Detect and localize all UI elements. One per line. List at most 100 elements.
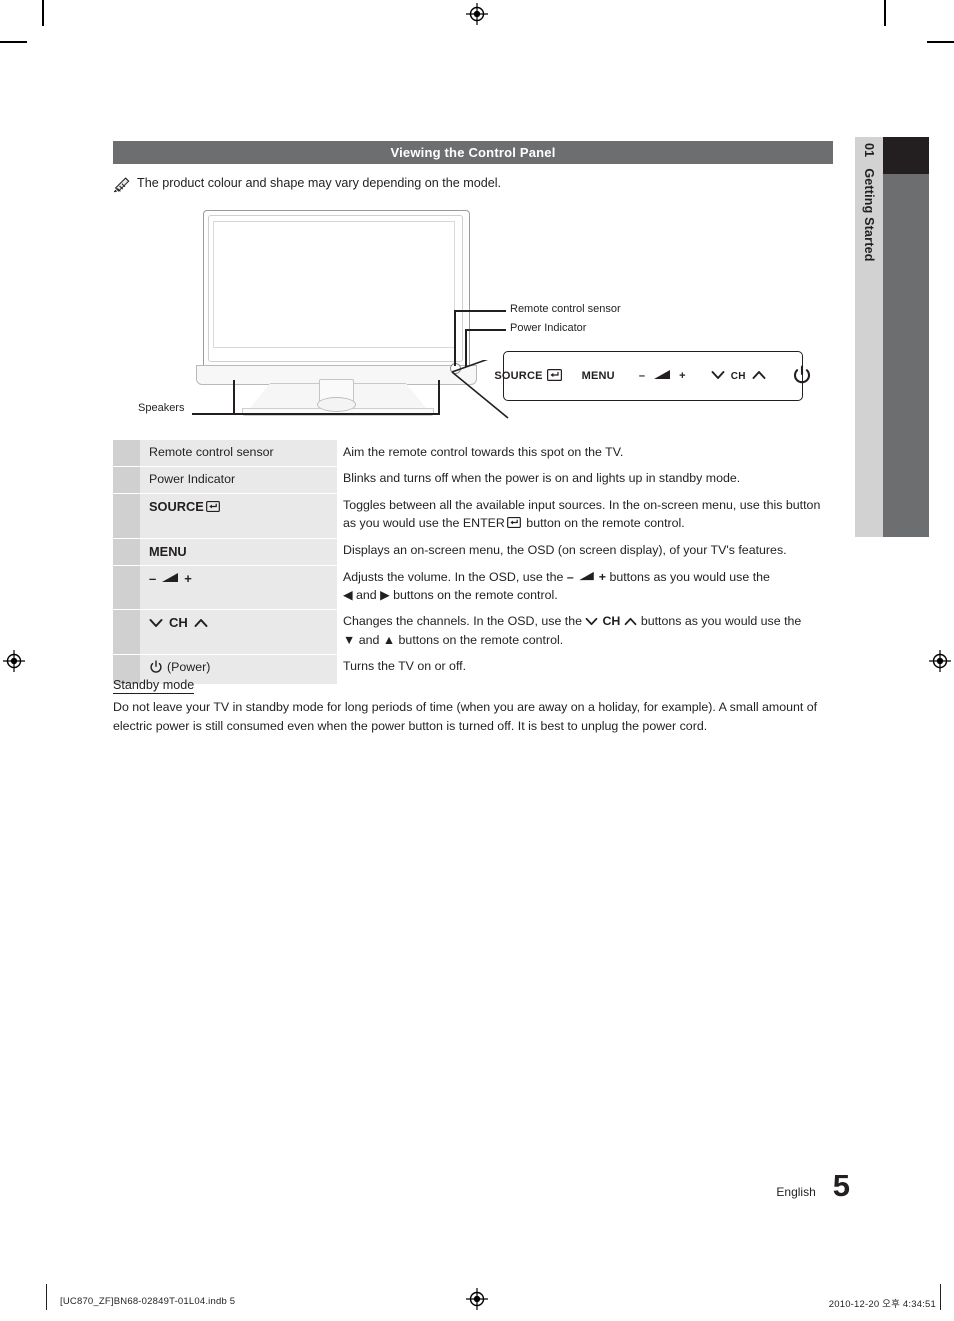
volume-minus-label: – xyxy=(149,571,157,587)
page-footer: English 5 xyxy=(700,1170,850,1201)
row-name-volume: – + xyxy=(140,565,337,610)
control-panel-callout-box: SOURCE MENU – + CH xyxy=(494,351,810,401)
row-desc-volume-pre: Adjusts the volume. In the OSD, use the xyxy=(343,570,567,585)
channel-label-inline: CH xyxy=(602,614,621,629)
arrow-left-icon: ◀ xyxy=(343,588,353,603)
chapter-tab-marker-rest xyxy=(883,174,929,537)
control-panel-menu[interactable]: MENU xyxy=(582,370,615,382)
leader-remote-sensor-horizontal xyxy=(454,310,506,312)
row-desc-channel: Changes the channels. In the OSD, use th… xyxy=(337,609,833,654)
control-panel-volume[interactable]: – + xyxy=(639,369,686,383)
row-marker xyxy=(113,465,140,493)
row-desc-channel-mid: buttons as you would use the xyxy=(637,614,802,629)
arrow-right-icon: ▶ xyxy=(380,588,390,603)
row-name-channel: CH xyxy=(140,609,337,655)
chapter-side-tab: 01 Getting Started xyxy=(855,137,929,537)
crop-mark-top-left-horizontal xyxy=(0,41,27,43)
registration-mark-left xyxy=(3,650,25,672)
enter-boxed-icon xyxy=(205,499,220,518)
row-desc-remote-control-sensor: Aim the remote control towards this spot… xyxy=(343,445,624,459)
menu-label: MENU xyxy=(581,370,615,382)
registration-mark-right xyxy=(929,650,951,672)
crop-mark-top-right-vertical xyxy=(884,0,886,26)
power-icon xyxy=(792,364,812,388)
table-row: Power Indicator Blinks and turns off whe… xyxy=(113,465,833,493)
volume-plus-label: + xyxy=(598,570,606,585)
chapter-number: 01 xyxy=(862,143,876,158)
chapter-label: Getting Started xyxy=(862,168,876,262)
print-footer-timestamp: 2010-12-20 오후 4:34:51 xyxy=(828,1299,936,1310)
source-label: SOURCE xyxy=(494,370,543,382)
row-desc-source-post: button on the remote control. xyxy=(522,515,685,530)
table-row: MENU Displays an on-screen menu, the OSD… xyxy=(113,537,833,566)
volume-wedge-icon xyxy=(653,369,671,383)
table-row: SOURCE Toggles between all the available… xyxy=(113,492,833,538)
print-footer-filename: [UC870_ZF]BN68-02849T-01L04.indb 5 xyxy=(60,1296,236,1307)
tv-stand-neck-base xyxy=(317,397,356,412)
arrow-down-icon: ▼ xyxy=(343,633,356,648)
pencil-note-icon xyxy=(113,177,132,193)
row-marker xyxy=(113,537,140,566)
crop-mark-top-right-horizontal xyxy=(927,41,954,43)
chapter-tab-marker-active xyxy=(883,137,929,174)
print-footer-rule-right xyxy=(940,1284,941,1310)
row-desc-volume-end: buttons on the remote control. xyxy=(389,588,558,603)
standby-mode-body: Do not leave your TV in standby mode for… xyxy=(113,700,818,733)
control-panel-source[interactable]: SOURCE xyxy=(494,368,562,384)
page-number: 5 xyxy=(832,1168,850,1203)
volume-plus-label: + xyxy=(184,571,192,587)
channel-label: CH xyxy=(730,370,746,382)
row-name-source-text: SOURCE xyxy=(149,498,204,514)
speaker-leader-horizontal xyxy=(192,413,440,415)
row-marker xyxy=(113,492,140,538)
enter-boxed-icon xyxy=(506,516,521,534)
chevron-up-icon xyxy=(752,370,766,383)
row-desc-volume: Adjusts the volume. In the OSD, use the … xyxy=(337,565,833,609)
table-row: Remote control sensor Aim the remote con… xyxy=(113,440,833,466)
chevron-up-icon xyxy=(194,615,208,634)
control-panel-channel[interactable]: CH xyxy=(711,370,766,383)
chapter-tab-light-strip: 01 Getting Started xyxy=(855,137,883,537)
volume-plus-label: + xyxy=(679,370,686,382)
row-name-power-indicator: Power Indicator xyxy=(140,465,337,493)
section-title: Viewing the Control Panel xyxy=(390,145,556,160)
speaker-leader-vertical-left xyxy=(233,380,235,415)
arrow-up-icon: ▲ xyxy=(382,633,396,648)
row-name-remote-control-sensor: Remote control sensor xyxy=(140,440,337,466)
note-text: The product colour and shape may vary de… xyxy=(137,176,502,190)
row-marker xyxy=(113,609,140,655)
registration-mark-bottom xyxy=(466,1288,488,1310)
volume-wedge-icon xyxy=(161,570,179,589)
note-row: The product colour and shape may vary de… xyxy=(113,176,833,193)
row-desc-channel-post: and xyxy=(355,633,383,648)
row-name-channel-text: CH xyxy=(169,615,188,631)
speaker-leader-vertical-right xyxy=(438,380,440,415)
leader-remote-sensor-vertical xyxy=(454,310,456,366)
print-footer-rule-left xyxy=(46,1284,47,1310)
enter-boxed-icon xyxy=(546,368,562,384)
row-desc-volume-post: and xyxy=(352,588,381,603)
row-desc-volume-mid: buttons as you would use the xyxy=(606,570,770,585)
row-desc-source: Toggles between all the available input … xyxy=(337,493,833,538)
volume-minus-label: – xyxy=(566,570,574,585)
page-language: English xyxy=(776,1185,816,1199)
chevron-down-icon xyxy=(585,614,598,632)
table-row: CH Changes the channels. In the OSD, use… xyxy=(113,609,833,655)
standby-mode-heading: Standby mode xyxy=(113,678,195,694)
crop-mark-top-left-vertical xyxy=(42,0,44,26)
table-row: – + Adjusts the volume. In the OSD, use … xyxy=(113,565,833,610)
volume-minus-label: – xyxy=(638,370,646,382)
chapter-tab-text: 01 Getting Started xyxy=(855,137,883,537)
registration-mark-top xyxy=(466,3,488,25)
section-header-bar: Viewing the Control Panel xyxy=(113,141,833,164)
control-panel-spec-table: Remote control sensor Aim the remote con… xyxy=(113,440,833,685)
row-name-menu: MENU xyxy=(140,537,337,566)
chevron-down-icon xyxy=(711,370,725,383)
standby-mode-section: Standby mode Do not leave your TV in sta… xyxy=(113,676,837,735)
callout-label-power-indicator: Power Indicator xyxy=(510,322,587,334)
row-desc-menu: Displays an on-screen menu, the OSD (on … xyxy=(343,542,787,557)
row-name-source: SOURCE xyxy=(140,492,337,538)
control-panel-power[interactable] xyxy=(792,364,812,388)
volume-wedge-icon xyxy=(578,569,595,587)
tv-screen xyxy=(213,221,455,348)
